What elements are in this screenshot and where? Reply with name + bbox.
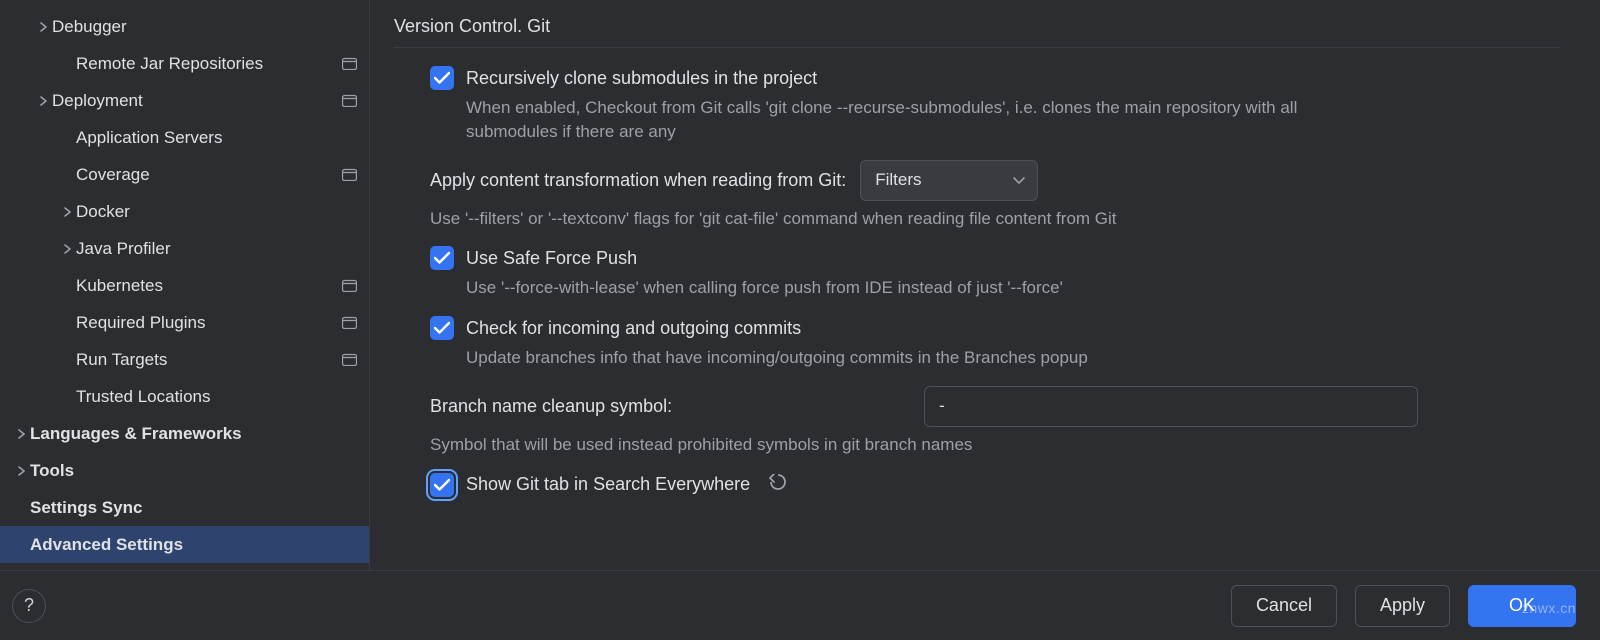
sidebar-item-label: Tools <box>30 461 357 481</box>
chevron-right-icon <box>36 96 52 106</box>
apply-button[interactable]: Apply <box>1355 585 1450 627</box>
select-content-transform-value: Filters <box>875 170 921 190</box>
project-scope-icon <box>342 94 357 107</box>
project-scope-icon <box>342 316 357 329</box>
sidebar-item-label: Deployment <box>52 91 342 111</box>
desc-check-commits: Update branches info that have incoming/… <box>466 346 1366 370</box>
sidebar-item-docker[interactable]: Docker <box>0 193 369 230</box>
checkbox-safe-force-push[interactable] <box>430 246 454 270</box>
chevron-down-icon <box>1013 170 1025 190</box>
help-button[interactable]: ? <box>12 589 46 623</box>
sidebar-item-required-plugins[interactable]: Required Plugins <box>0 304 369 341</box>
sidebar-item-label: Run Targets <box>76 350 342 370</box>
sidebar-item-label: Debugger <box>52 17 357 37</box>
label-safe-force-push: Use Safe Force Push <box>466 248 637 269</box>
sidebar-item-languages-frameworks[interactable]: Languages & Frameworks <box>0 415 369 452</box>
sidebar-item-label: Trusted Locations <box>76 387 357 407</box>
page-title: Version Control. Git <box>394 16 1560 48</box>
revert-icon[interactable] <box>768 474 790 495</box>
label-recursive-clone: Recursively clone submodules in the proj… <box>466 68 817 89</box>
desc-safe-force-push: Use '--force-with-lease' when calling fo… <box>466 276 1366 300</box>
label-check-commits: Check for incoming and outgoing commits <box>466 318 801 339</box>
sidebar-item-advanced-settings[interactable]: Advanced Settings <box>0 526 369 563</box>
sidebar-item-label: Required Plugins <box>76 313 342 333</box>
sidebar-item-kubernetes[interactable]: Kubernetes <box>0 267 369 304</box>
project-scope-icon <box>342 168 357 181</box>
settings-sidebar: Debugger Remote Jar Repositories Deploymen… <box>0 0 370 570</box>
sidebar-item-label: Java Profiler <box>76 239 357 259</box>
ok-button[interactable]: OK <box>1468 585 1576 627</box>
sidebar-item-label: Remote Jar Repositories <box>76 54 342 74</box>
sidebar-item-remote-jar-repositories[interactable]: Remote Jar Repositories <box>0 45 369 82</box>
desc-recursive-clone: When enabled, Checkout from Git calls 'g… <box>466 96 1366 144</box>
checkbox-recursive-clone[interactable] <box>430 66 454 90</box>
project-scope-icon <box>342 353 357 366</box>
project-scope-icon <box>342 279 357 292</box>
dialog-footer: ? Cancel Apply OK <box>0 570 1600 640</box>
chevron-right-icon <box>36 22 52 32</box>
project-scope-icon <box>342 57 357 70</box>
sidebar-item-debugger[interactable]: Debugger <box>0 8 369 45</box>
sidebar-item-coverage[interactable]: Coverage <box>0 156 369 193</box>
sidebar-item-label: Settings Sync <box>30 498 357 518</box>
desc-content-transform: Use '--filters' or '--textconv' flags fo… <box>430 207 1330 231</box>
checkbox-check-commits[interactable] <box>430 316 454 340</box>
input-branch-cleanup[interactable] <box>924 386 1418 427</box>
sidebar-item-label: Coverage <box>76 165 342 185</box>
sidebar-item-label: Languages & Frameworks <box>30 424 357 444</box>
desc-branch-cleanup: Symbol that will be used instead prohibi… <box>430 433 1330 457</box>
sidebar-item-application-servers[interactable]: Application Servers <box>0 119 369 156</box>
sidebar-item-label: Docker <box>76 202 357 222</box>
chevron-right-icon <box>60 244 76 254</box>
label-show-git-tab: Show Git tab in Search Everywhere <box>466 474 750 495</box>
sidebar-item-java-profiler[interactable]: Java Profiler <box>0 230 369 267</box>
sidebar-item-settings-sync[interactable]: Settings Sync <box>0 489 369 526</box>
sidebar-item-tools[interactable]: Tools <box>0 452 369 489</box>
checkbox-show-git-tab[interactable] <box>430 473 454 497</box>
sidebar-item-run-targets[interactable]: Run Targets <box>0 341 369 378</box>
label-content-transform: Apply content transformation when readin… <box>430 170 846 191</box>
sidebar-item-label: Kubernetes <box>76 276 342 296</box>
sidebar-item-deployment[interactable]: Deployment <box>0 82 369 119</box>
sidebar-item-label: Advanced Settings <box>30 535 357 555</box>
label-branch-cleanup: Branch name cleanup symbol: <box>430 396 924 417</box>
sidebar-item-label: Application Servers <box>76 128 357 148</box>
settings-content: Version Control. Git Recursively clone s… <box>370 0 1600 570</box>
select-content-transform[interactable]: Filters <box>860 160 1038 201</box>
cancel-button[interactable]: Cancel <box>1231 585 1337 627</box>
chevron-right-icon <box>14 429 30 439</box>
chevron-right-icon <box>60 207 76 217</box>
chevron-right-icon <box>14 466 30 476</box>
sidebar-item-trusted-locations[interactable]: Trusted Locations <box>0 378 369 415</box>
